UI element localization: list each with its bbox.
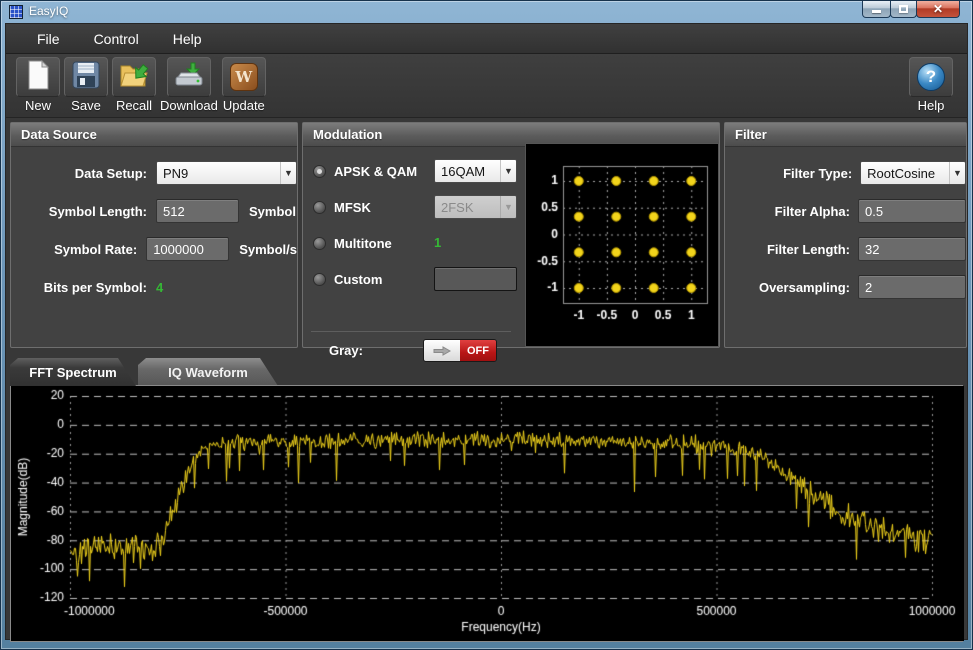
- mfsk-value: 2FSK: [441, 200, 474, 215]
- menu-file[interactable]: File: [20, 26, 77, 52]
- gray-label: Gray:: [329, 343, 363, 358]
- apsk-qam-radio[interactable]: [313, 165, 326, 178]
- client-area: File Control Help New: [5, 23, 968, 640]
- close-button[interactable]: ✕: [916, 1, 960, 18]
- tab-iq-waveform[interactable]: IQ Waveform: [138, 358, 278, 386]
- save-label: Save: [71, 98, 101, 113]
- mfsk-dropdown: 2FSK ▼: [434, 195, 517, 219]
- custom-label: Custom: [334, 272, 382, 287]
- symbol-rate-label: Symbol Rate:: [11, 242, 137, 257]
- symbol-length-label: Symbol Length:: [11, 204, 147, 219]
- title-bar[interactable]: EasyIQ ✕: [1, 1, 972, 23]
- data-setup-value: PN9: [163, 166, 188, 181]
- menu-bar: File Control Help: [6, 24, 967, 54]
- help-button[interactable]: ? Help: [909, 57, 953, 113]
- constellation-plot: [525, 143, 719, 347]
- filter-type-value: RootCosine: [867, 166, 935, 181]
- chevron-down-icon: ▼: [500, 160, 516, 182]
- menu-help[interactable]: Help: [156, 26, 219, 52]
- apsk-qam-dropdown[interactable]: 16QAM ▼: [434, 159, 517, 183]
- recall-label: Recall: [116, 98, 152, 113]
- download-label: Download: [160, 98, 218, 113]
- new-document-icon: [26, 60, 50, 95]
- filter-panel: Filter Filter Type: RootCosine ▼ Filter …: [724, 122, 967, 348]
- custom-input[interactable]: [434, 267, 517, 291]
- mfsk-label: MFSK: [334, 200, 371, 215]
- window-title: EasyIQ: [29, 4, 68, 18]
- chevron-down-icon: ▼: [280, 162, 296, 184]
- filter-type-dropdown[interactable]: RootCosine ▼: [860, 161, 966, 185]
- mfsk-radio[interactable]: [313, 201, 326, 214]
- help-label: Help: [918, 98, 945, 113]
- update-button[interactable]: W Update: [222, 57, 266, 113]
- download-button[interactable]: Download: [160, 57, 218, 113]
- filter-title: Filter: [725, 123, 966, 147]
- multitone-label: Multitone: [334, 236, 392, 251]
- app-icon: [9, 5, 23, 19]
- multitone-value: 1: [434, 235, 441, 250]
- symbol-length-unit: Symbol: [249, 204, 296, 219]
- modulation-panel: Modulation APSK & QAM 16QAM ▼ MFSK 2FSK …: [302, 122, 720, 348]
- symbol-rate-unit: Symbol/s: [239, 242, 297, 257]
- recall-folder-icon: [119, 61, 149, 94]
- app-window: EasyIQ ✕ File Control Help New: [0, 0, 973, 650]
- new-button[interactable]: New: [16, 57, 60, 113]
- data-setup-label: Data Setup:: [11, 166, 147, 181]
- chevron-down-icon: ▼: [500, 196, 516, 218]
- save-button[interactable]: Save: [64, 57, 108, 113]
- oversampling-label: Oversampling:: [725, 280, 850, 295]
- close-icon: ✕: [933, 2, 943, 16]
- filter-length-input[interactable]: [858, 237, 966, 261]
- data-source-title: Data Source: [11, 123, 297, 147]
- save-floppy-icon: [72, 61, 100, 94]
- symbol-length-input[interactable]: [156, 199, 239, 223]
- recall-button[interactable]: Recall: [112, 57, 156, 113]
- arrow-right-icon: [433, 346, 451, 356]
- menu-control[interactable]: Control: [77, 26, 156, 52]
- data-setup-dropdown[interactable]: PN9 ▼: [156, 161, 297, 185]
- oversampling-input[interactable]: [858, 275, 966, 299]
- apsk-qam-label: APSK & QAM: [334, 164, 417, 179]
- filter-type-label: Filter Type:: [725, 166, 852, 181]
- help-question-icon: ?: [917, 63, 945, 91]
- divider: [311, 331, 511, 332]
- symbol-rate-input[interactable]: [146, 237, 229, 261]
- maximize-icon: [899, 5, 908, 13]
- toolbar: New Save: [6, 54, 967, 118]
- filter-alpha-label: Filter Alpha:: [725, 204, 850, 219]
- bits-per-symbol-value: 4: [156, 280, 163, 295]
- fft-spectrum-canvas: [11, 386, 964, 641]
- minimize-button[interactable]: [862, 1, 891, 18]
- data-source-panel: Data Source Data Setup: PN9 ▼ Symbol Len…: [10, 122, 298, 348]
- update-label: Update: [223, 98, 265, 113]
- gray-state-badge: OFF: [460, 340, 496, 361]
- maximize-button[interactable]: [890, 1, 917, 18]
- tab-fft-spectrum[interactable]: FFT Spectrum: [10, 358, 136, 386]
- download-drive-icon: [173, 61, 205, 94]
- gray-toggle[interactable]: OFF: [423, 339, 497, 362]
- constellation-canvas: [526, 144, 718, 346]
- bits-per-symbol-label: Bits per Symbol:: [11, 280, 147, 295]
- fft-spectrum-plot: [10, 385, 963, 642]
- apsk-qam-value: 16QAM: [441, 164, 485, 179]
- filter-alpha-input[interactable]: [858, 199, 966, 223]
- multitone-radio[interactable]: [313, 237, 326, 250]
- filter-length-label: Filter Length:: [725, 242, 850, 257]
- new-label: New: [25, 98, 51, 113]
- chevron-down-icon: ▼: [949, 162, 965, 184]
- minimize-icon: [872, 10, 881, 13]
- custom-radio[interactable]: [313, 273, 326, 286]
- update-icon: W: [230, 63, 258, 91]
